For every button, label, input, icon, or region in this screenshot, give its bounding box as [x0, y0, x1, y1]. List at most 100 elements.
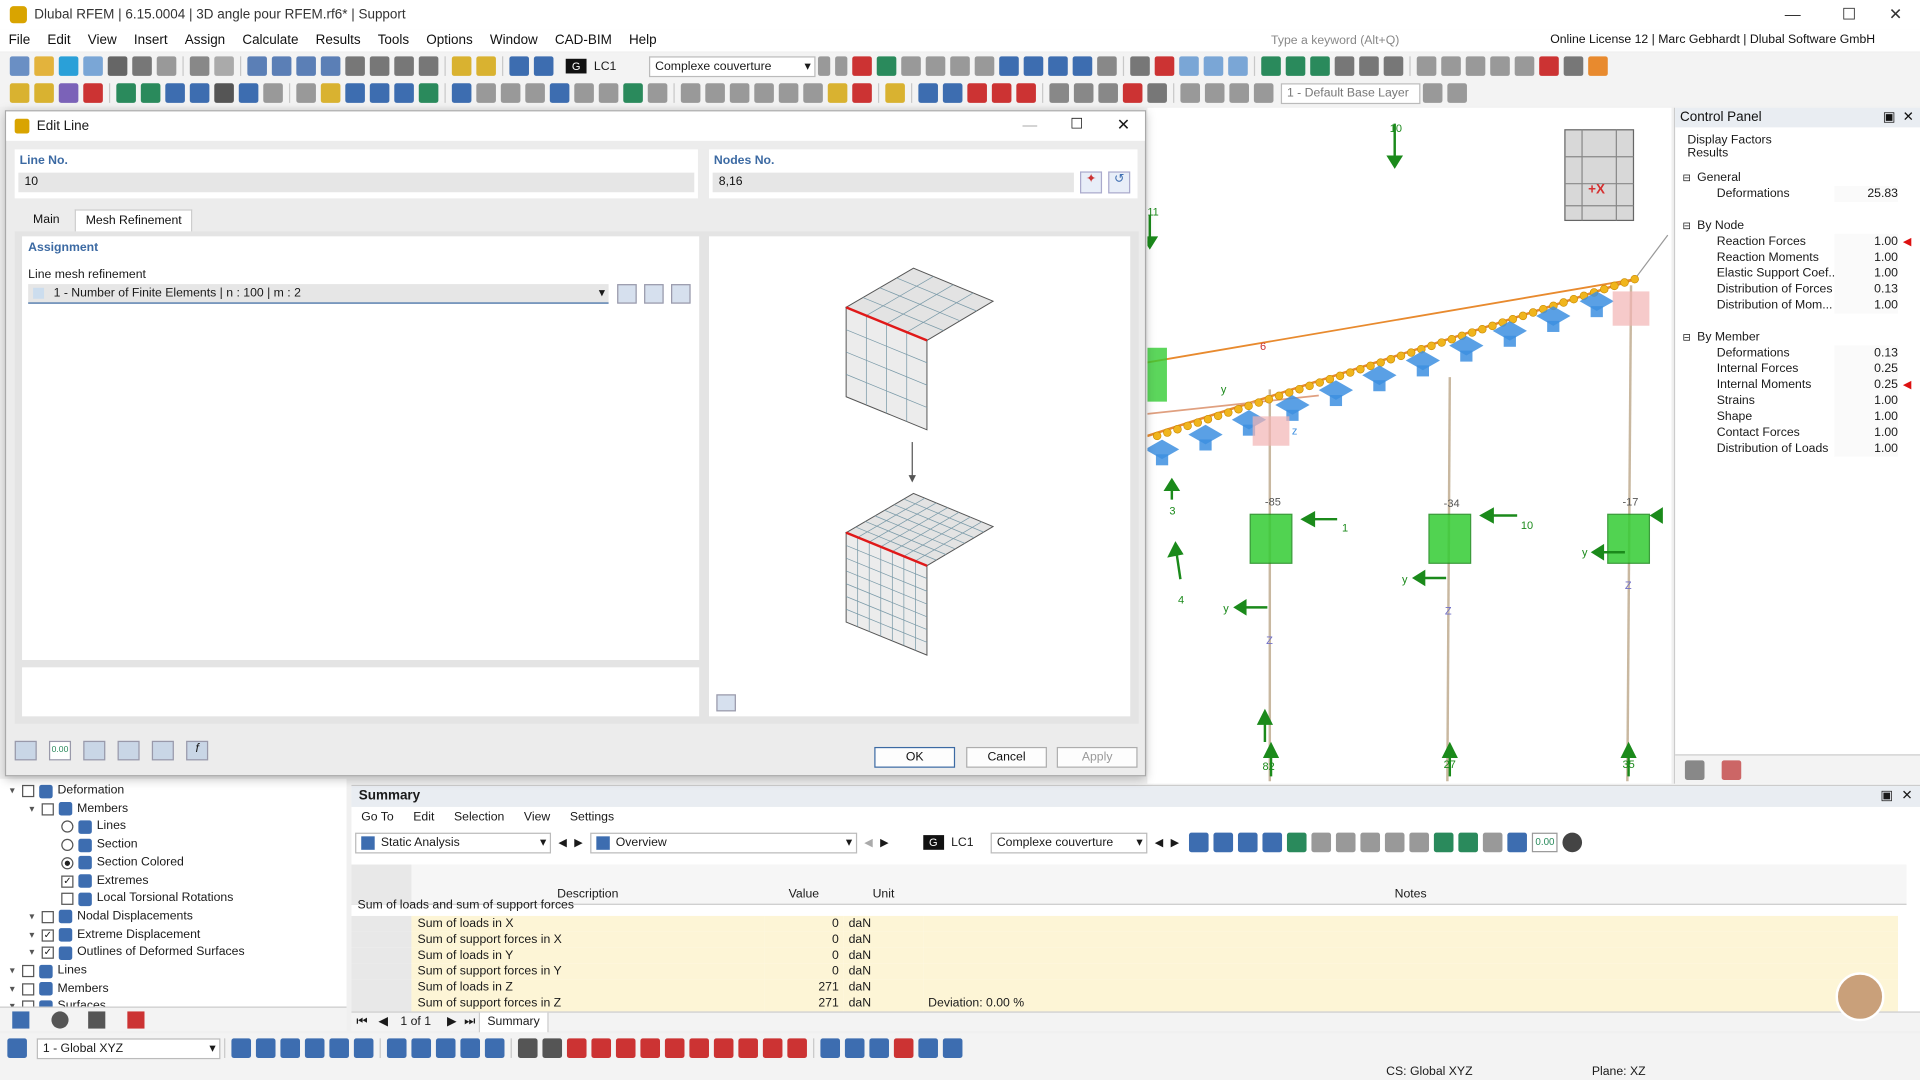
view-grid2-icon[interactable] [942, 83, 963, 103]
split-icon[interactable] [705, 83, 725, 103]
expand-icon[interactable]: ▾ [29, 944, 41, 961]
tools-icon[interactable] [1422, 83, 1443, 103]
visibility-icon[interactable] [1253, 83, 1274, 103]
settings-icon[interactable] [1490, 56, 1510, 76]
checkbox[interactable] [22, 964, 35, 978]
view-grid3-icon[interactable] [967, 83, 987, 103]
cp-item-value[interactable]: 1.00 [1834, 265, 1898, 282]
next-lc-summary-icon[interactable]: ▶ [1171, 836, 1179, 849]
tools2-icon[interactable] [1447, 83, 1467, 103]
hinge-icon[interactable] [140, 83, 161, 103]
draw-t-icon[interactable] [762, 1038, 783, 1058]
divide-icon[interactable] [623, 83, 643, 103]
snap-obj-icon[interactable] [255, 1038, 276, 1058]
cp-item-value[interactable]: 1.00 [1834, 440, 1898, 457]
table-xyz-icon[interactable] [1262, 832, 1282, 853]
clear-icon[interactable] [1154, 56, 1175, 76]
model-check-icon[interactable] [876, 56, 897, 76]
xyz-icon[interactable] [1048, 56, 1068, 76]
snap-end-icon[interactable] [329, 1038, 349, 1058]
menu-cad-bim[interactable]: CAD-BIM [546, 33, 620, 48]
expand-icon[interactable]: ▾ [10, 980, 22, 997]
summary-load-case-select[interactable]: Complexe couverture ▾ [990, 832, 1148, 853]
solid-icon[interactable] [189, 83, 210, 103]
reverse-line-icon[interactable]: ↺ [1108, 171, 1131, 194]
zoom-icon[interactable] [1130, 56, 1150, 76]
layers-icon[interactable] [1180, 83, 1201, 103]
scale-tab-icon[interactable] [1684, 760, 1705, 781]
radio-button[interactable] [61, 820, 74, 834]
close-summary-icon[interactable]: ✕ [1901, 787, 1912, 804]
save-icon[interactable] [107, 56, 128, 76]
view-grid5-icon[interactable] [1016, 83, 1036, 103]
layer-select[interactable]: 1 - Default Base Layer [1280, 82, 1421, 104]
cp-item-value[interactable]: 1.00 [1834, 424, 1898, 441]
search-icon[interactable] [14, 740, 37, 761]
member-icon[interactable] [58, 83, 79, 103]
tree-view-icon[interactable] [1286, 832, 1307, 853]
draw-poly-icon[interactable] [591, 1038, 612, 1058]
surface-tool2-icon[interactable] [844, 1038, 865, 1058]
load-case-select[interactable]: Complexe couverture ▾ [648, 55, 816, 77]
surface-tool4-icon[interactable] [893, 1038, 914, 1058]
snap-mid-icon[interactable] [280, 1038, 301, 1058]
pen-icon[interactable] [1441, 56, 1461, 76]
close-cp-icon[interactable]: ✕ [1903, 108, 1914, 128]
dialog-maximize-icon[interactable]: ☐ [1070, 115, 1083, 132]
palette-icon[interactable] [1588, 56, 1608, 76]
menu-options[interactable]: Options [418, 33, 482, 48]
nav-item[interactable]: ▾ ✓ Outlines of Deformed Surfaces [29, 944, 245, 961]
tab-main[interactable]: Main [23, 209, 69, 231]
columns-icon[interactable] [1311, 832, 1331, 853]
join-icon[interactable] [680, 83, 701, 103]
refresh-icon[interactable] [1482, 832, 1503, 853]
view-3d-icon[interactable] [974, 56, 995, 76]
summary-sheet-tab[interactable]: Summary [478, 1012, 549, 1033]
table-row[interactable]: Sum of support forces in Z 271 daN Deviatio… [351, 995, 1906, 1012]
section-icon-2[interactable] [83, 83, 103, 103]
section-icon[interactable] [925, 56, 946, 76]
layers2-icon[interactable] [1204, 83, 1225, 103]
axis-x-icon[interactable] [1261, 56, 1281, 76]
draw-line-icon[interactable] [517, 1038, 538, 1058]
expand-icon[interactable]: ▾ [10, 782, 22, 799]
cp-item[interactable]: Reaction Moments 1.00 [1675, 249, 1920, 266]
summary-menu-edit[interactable]: Edit [403, 808, 444, 828]
redo-icon[interactable] [214, 56, 234, 76]
cp-item[interactable]: Deformations 0.13 [1675, 345, 1920, 362]
menu-view[interactable]: View [79, 33, 125, 48]
ok-button[interactable]: OK [874, 746, 956, 768]
nav-item[interactable]: Section Colored [49, 854, 184, 871]
dxf-icon[interactable] [460, 1038, 481, 1058]
formula-icon[interactable]: f [186, 740, 209, 761]
next-lc-icon[interactable] [835, 56, 848, 76]
menu-window[interactable]: Window [481, 33, 546, 48]
summary-menu-selection[interactable]: Selection [444, 808, 514, 828]
export-table-icon[interactable] [1384, 832, 1405, 853]
snap-icon[interactable] [901, 56, 921, 76]
table-settings-icon[interactable] [1409, 832, 1429, 853]
comment-area[interactable] [22, 667, 700, 717]
cp-item[interactable]: Reaction Forces 1.00 [1675, 233, 1920, 250]
nav-item[interactable]: Section [49, 836, 138, 853]
draw-y-icon[interactable] [640, 1038, 661, 1058]
cancel-button[interactable]: Cancel [966, 746, 1047, 768]
cp-item-value[interactable]: 0.13 [1834, 281, 1898, 298]
check-icon[interactable] [1383, 56, 1404, 76]
sync2-icon[interactable] [1213, 832, 1233, 853]
prev-analysis-icon[interactable]: ◀ [558, 836, 566, 849]
dim-icon[interactable] [320, 83, 341, 103]
table-row[interactable]: Sum of support forces in X 0 daN [351, 931, 1906, 948]
filter-icon[interactable] [451, 83, 472, 103]
move-icon[interactable] [500, 83, 521, 103]
nav-item[interactable]: Lines [49, 818, 126, 835]
print-table-icon[interactable] [1360, 832, 1380, 853]
load-icon[interactable] [238, 83, 259, 103]
tree-icon[interactable] [418, 83, 439, 103]
dimension-icon[interactable] [296, 56, 316, 76]
results-icon[interactable] [533, 56, 554, 76]
cp-item[interactable]: Elastic Support Coef... 1.00 [1675, 265, 1920, 282]
box3-icon[interactable] [1228, 56, 1248, 76]
cp-item[interactable]: Distribution of Loads 1.00 [1675, 440, 1920, 457]
delete-icon[interactable] [151, 740, 174, 761]
